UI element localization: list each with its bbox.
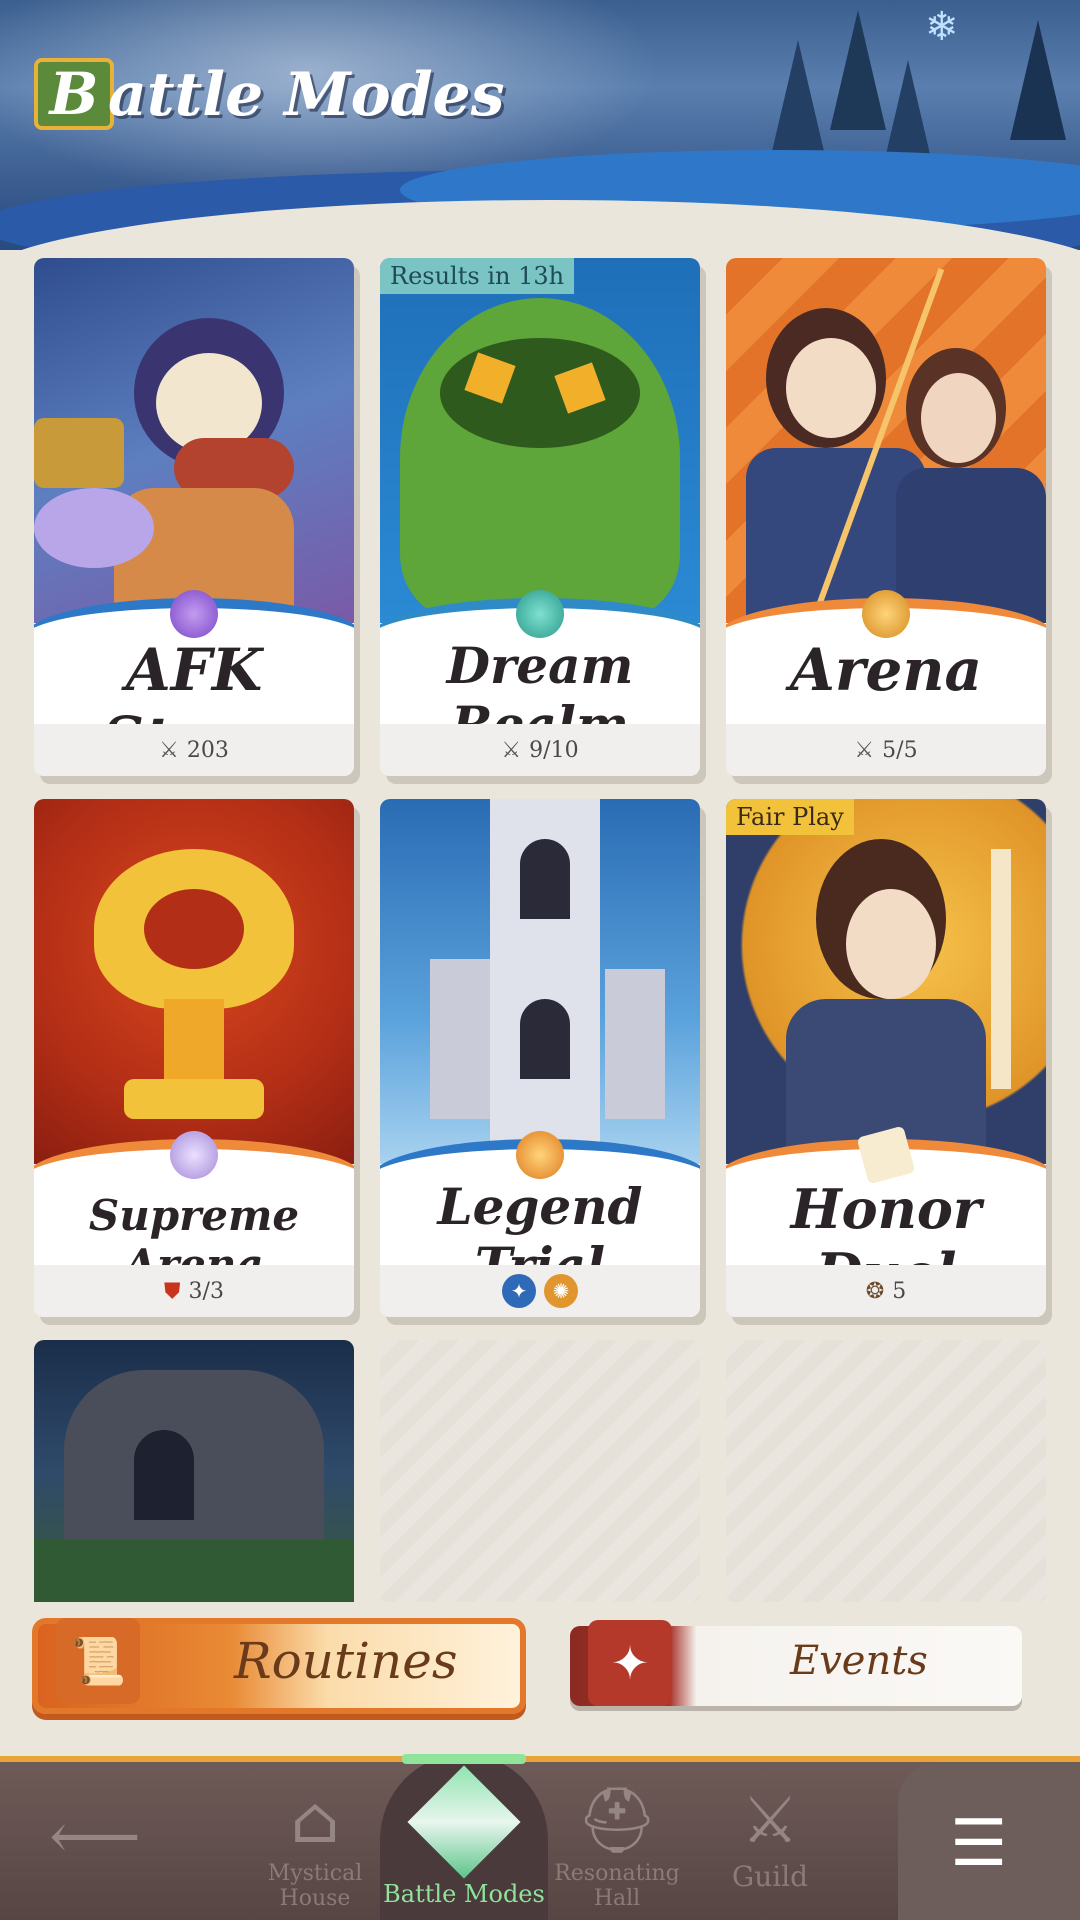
menu-list-icon: ☰ [950,1807,1008,1881]
card-locked-mode[interactable] [34,1340,354,1602]
nav-battle-modes[interactable]: Battle Modes [380,1754,548,1920]
card-legend-trial[interactable]: Legend Trial ✦ ✺ [380,799,700,1317]
helmet-icon: ⛑ [576,1784,658,1858]
attempts-count: 5/5 [882,737,918,763]
shield-crest-icon: ⛊ [164,1278,181,1304]
card-footer: ❂ 5 [726,1265,1046,1317]
nav-guild[interactable]: ⚔ Guild [710,1762,830,1920]
diamond-icon [170,1131,218,1179]
battle-modes-icon [407,1765,521,1879]
card-honor-duel[interactable]: Fair Play Honor Duel ❂ 5 [726,799,1046,1317]
tab-routines[interactable]: 📜 Routines [32,1618,526,1714]
page-title: attle Modes [108,60,505,130]
attempts-count: 3/3 [188,1278,224,1304]
card-footer: ⚔ 203 [34,724,354,776]
nav-label: Guild [731,1860,809,1894]
nav-label: Battle Modes [383,1880,545,1908]
header-banner: B attle Modes ❄ [0,0,1080,250]
events-banner-icon: ✦ [588,1620,672,1706]
swords-icon: ⚔ [501,737,522,763]
card-footer: ✦ ✺ [380,1265,700,1317]
card-supreme-arena[interactable]: Supreme Arena ⛊ 3/3 [34,799,354,1317]
stage-count: 203 [186,737,229,763]
wilder-faction-icon: ✺ [544,1274,578,1308]
back-button[interactable]: ⟵ [40,1762,150,1920]
swords-icon: ⚔ [159,737,179,763]
nav-mystical-house[interactable]: ⌂ Mystical House [250,1762,380,1920]
empty-slot [726,1340,1046,1602]
card-footer: ⚔ 9/10 [380,724,700,776]
potion-icon [170,590,218,638]
card-footer: ⚔ 5/5 [726,724,1046,776]
lightbearer-faction-icon: ✦ [502,1274,536,1308]
nav-resonating-hall[interactable]: ⛑ Resonating Hall [552,1762,682,1920]
card-arena[interactable]: Arena ⚔ 5/5 [726,258,1046,776]
tab-routines-label: Routines [234,1632,458,1690]
card-afk-stage[interactable]: AFK Stage ⚔ 203 [34,258,354,776]
empty-slot [380,1340,700,1602]
trial-emblem-icon [516,1131,564,1179]
honor-medal-icon: ❂ [865,1278,885,1304]
back-arrow-icon: ⟵ [49,1800,141,1874]
attempts-count: 5 [892,1278,907,1304]
card-dream-realm[interactable]: Results in 13h Dream Realm ⚔ 9/10 [380,258,700,776]
routines-scroll-icon: 📜 [56,1618,140,1704]
card-footer: ⛊ 3/3 [34,1265,354,1317]
results-timer-badge: Results in 13h [380,258,575,294]
menu-button[interactable]: ☰ [898,1762,1080,1920]
attempts-count: 9/10 [529,737,579,763]
snowflake-icon: ❄ [925,4,959,50]
arena-coin-icon [862,590,910,638]
dream-drop-icon [516,590,564,638]
swords-icon: ⚔ [854,737,875,763]
house-icon: ⌂ [290,1784,340,1858]
title-badge-icon: B [34,58,114,130]
tab-events-label: Events [790,1638,928,1684]
crossed-swords-icon: ⚔ [741,1784,799,1858]
nav-label: Resonating Hall [554,1861,680,1911]
tab-events[interactable]: ✦ Events [570,1620,1022,1706]
battle-modes-screen: B attle Modes ❄ AFK Stage ⚔ 203 Results … [0,0,1080,1920]
nav-label: Mystical House [267,1861,363,1911]
card-title: Arena [789,636,983,704]
fair-play-badge: Fair Play [726,799,854,835]
